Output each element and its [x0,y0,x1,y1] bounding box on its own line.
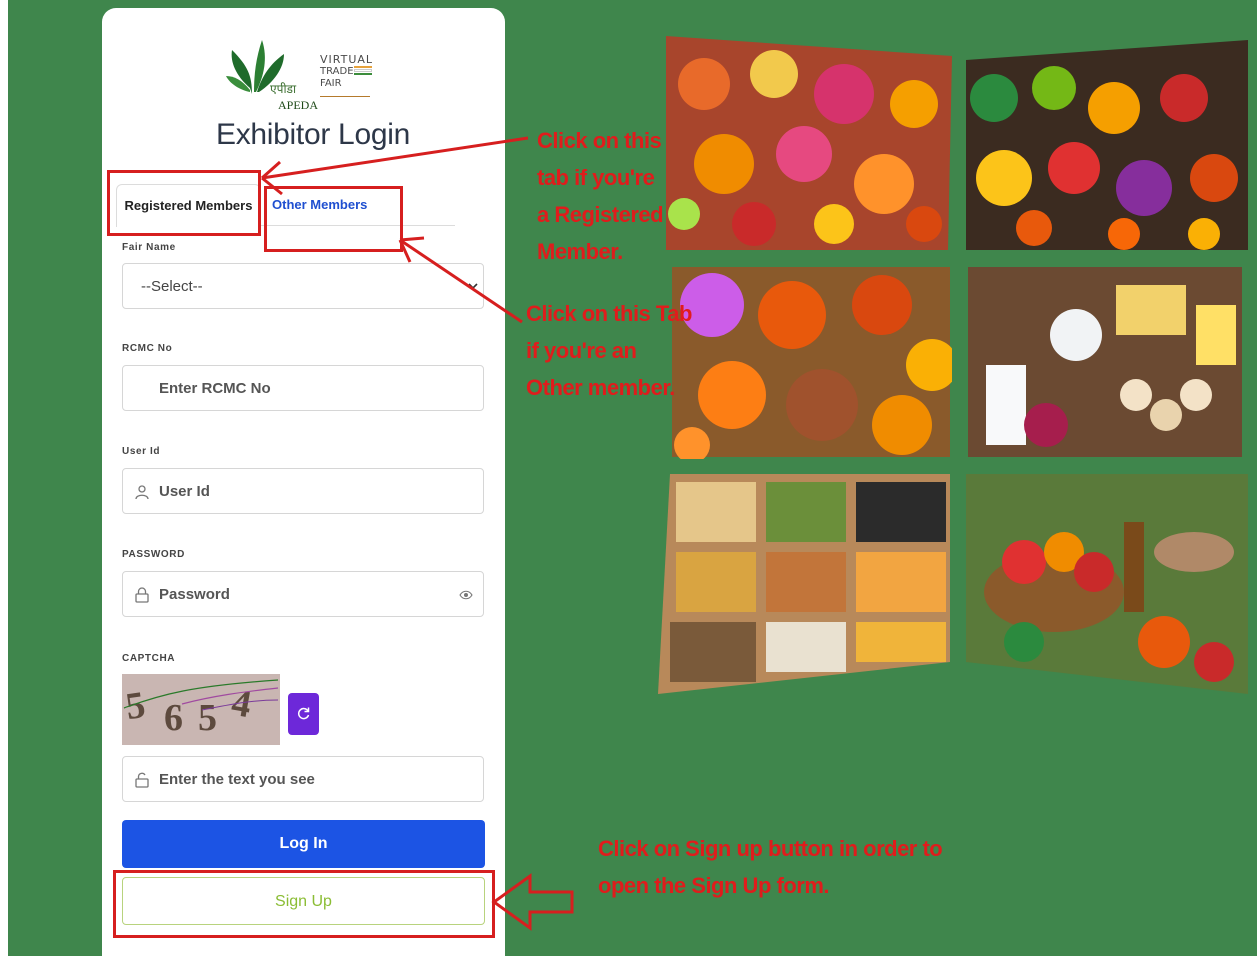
captcha-refresh-button[interactable] [288,693,319,735]
unlock-icon [135,772,149,788]
user-id-label: User Id [122,446,161,457]
chevron-down-icon [468,283,478,290]
snacks-image [672,267,952,459]
logo-divider [320,96,370,97]
fair-name-selected: --Select-- [141,278,203,295]
vtf-line-3: FAIR [320,78,342,89]
highlight-registered-tab [107,170,261,236]
password-label: PASSWORD [122,549,185,560]
tricolor-bars-icon [354,66,372,76]
captcha-noise-lines [123,679,279,711]
annotation-signup: Click on Sign up button in order to open… [598,830,943,904]
fair-name-label: Fair Name [122,242,176,253]
user-id-input[interactable]: User Id [122,468,484,514]
annotation-registered: Click on this tab if you're a Registered… [537,122,664,270]
annotation-line: if you're an [526,338,637,363]
user-icon [135,485,149,500]
password-input[interactable]: Password [122,571,484,617]
vegetables-image [966,40,1248,250]
apeda-english-text: APEDA [278,98,319,112]
flowers-image [666,36,952,250]
page-title: Exhibitor Login [216,118,410,151]
annotation-line: Click on this [537,128,662,153]
annotation-line: Member. [537,239,623,264]
annotation-line: Other member. [526,375,675,400]
annotation-line: Click on this Tab [526,301,692,326]
captcha-label: CAPTCHA [122,653,176,664]
refresh-icon [297,707,310,720]
highlight-signup-button [113,870,495,938]
user-id-placeholder: User Id [159,483,210,500]
annotation-line: Click on Sign up button in order to [598,836,943,861]
lock-icon [135,587,149,603]
fair-name-select[interactable]: --Select-- [122,263,484,309]
apeda-hindi-text: एपीडा [270,82,297,96]
vtf-line-1: VIRTUAL [320,53,374,66]
annotation-other: Click on this Tab if you're an Other mem… [526,295,692,406]
dairy-image [968,267,1242,457]
eye-icon[interactable] [459,588,473,602]
captcha-image: 5 6 5 4 [122,674,280,745]
rcmc-placeholder: Enter RCMC No [159,380,271,397]
captcha-input[interactable]: Enter the text you see [122,756,484,802]
grains-image [658,474,950,694]
vegetable-basket-image [966,474,1248,694]
annotation-line: a Registered [537,202,664,227]
annotation-line: tab if you're [537,165,655,190]
password-placeholder: Password [159,586,230,603]
login-button[interactable]: Log In [122,820,485,868]
apeda-vtf-logo: एपीडा APEDA VIRTUAL TRADE FAIR [226,36,376,114]
annotation-line: open the Sign Up form. [598,873,830,898]
highlight-other-tab [264,186,403,252]
captcha-placeholder: Enter the text you see [159,771,315,788]
rcmc-label: RCMC No [122,343,173,354]
rcmc-input[interactable]: Enter RCMC No [122,365,484,411]
